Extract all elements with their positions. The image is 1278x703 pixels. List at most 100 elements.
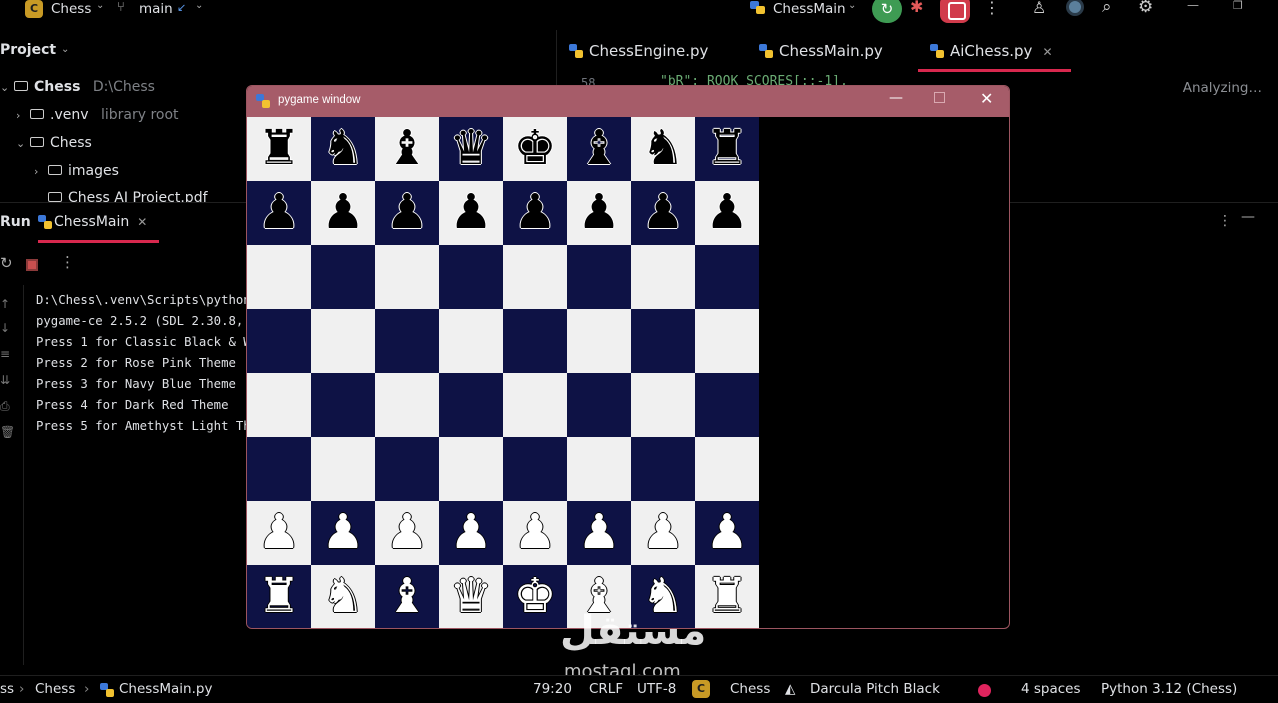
chevron-down-icon[interactable]: ⌄ [16, 137, 30, 150]
board-square[interactable] [311, 373, 375, 437]
board-square[interactable] [695, 437, 759, 501]
board-square[interactable]: ♝ [375, 117, 439, 181]
board-square[interactable] [439, 245, 503, 309]
line-separator[interactable]: CRLF [589, 681, 623, 697]
board-square[interactable] [247, 373, 311, 437]
board-square[interactable] [247, 309, 311, 373]
arrow-down-icon[interactable]: ↓ [0, 321, 10, 335]
print-icon[interactable]: ⎙ [0, 399, 10, 414]
black-king-piece[interactable]: ♚ [503, 117, 567, 181]
board-square[interactable]: ♜ [247, 565, 311, 628]
board-square[interactable]: ♟ [567, 501, 631, 565]
board-square[interactable]: ♟ [375, 181, 439, 245]
board-square[interactable] [567, 373, 631, 437]
board-square[interactable]: ♞ [631, 117, 695, 181]
minimize-icon[interactable]: — [1241, 209, 1255, 225]
add-user-icon[interactable]: ♙ [1032, 0, 1046, 17]
board-square[interactable] [631, 437, 695, 501]
board-square[interactable] [695, 309, 759, 373]
white-pawn-piece[interactable]: ♟ [695, 501, 759, 565]
board-square[interactable]: ♜ [247, 117, 311, 181]
chevron-right-icon[interactable]: › [34, 165, 48, 178]
white-pawn-piece[interactable]: ♟ [375, 501, 439, 565]
black-pawn-piece[interactable]: ♟ [311, 181, 375, 245]
board-square[interactable]: ♟ [439, 501, 503, 565]
breadcrumb-project[interactable]: Chess [35, 681, 75, 697]
tab-aichess[interactable]: AiChess.py ✕ [918, 30, 1071, 72]
chevron-down-icon[interactable]: ⌄ [0, 81, 14, 94]
black-knight-piece[interactable]: ♞ [311, 117, 375, 181]
gear-icon[interactable]: ⚙ [1138, 0, 1153, 17]
board-square[interactable] [503, 245, 567, 309]
board-square[interactable] [311, 437, 375, 501]
status-theme[interactable]: Darcula Pitch Black [810, 681, 940, 697]
board-square[interactable]: ♟ [311, 181, 375, 245]
board-square[interactable]: ♟ [247, 501, 311, 565]
board-square[interactable] [247, 437, 311, 501]
board-square[interactable] [375, 373, 439, 437]
soft-wrap-icon[interactable]: ≡ [0, 347, 10, 361]
white-bishop-piece[interactable]: ♝ [375, 565, 439, 628]
python-interpreter[interactable]: Python 3.12 (Chess) [1101, 681, 1237, 697]
board-square[interactable]: ♚ [503, 117, 567, 181]
tree-item-chess-folder[interactable]: ⌄ Chess [16, 135, 92, 151]
project-switcher[interactable]: Chess [51, 1, 91, 17]
board-square[interactable] [375, 437, 439, 501]
board-square[interactable] [439, 373, 503, 437]
white-pawn-piece[interactable]: ♟ [439, 501, 503, 565]
board-square[interactable] [503, 309, 567, 373]
white-pawn-piece[interactable]: ♟ [631, 501, 695, 565]
white-pawn-piece[interactable]: ♟ [311, 501, 375, 565]
board-square[interactable] [439, 309, 503, 373]
board-square[interactable]: ♜ [695, 117, 759, 181]
more-icon[interactable]: ⋮ [1218, 213, 1232, 229]
search-icon[interactable]: ⌕ [1102, 0, 1112, 17]
tree-item-chess-root[interactable]: ⌄ Chess D:\Chess [0, 79, 155, 95]
board-square[interactable] [503, 437, 567, 501]
board-square[interactable]: ♞ [311, 565, 375, 628]
black-rook-piece[interactable]: ♜ [247, 117, 311, 181]
run-config-selector[interactable]: ChessMain [773, 1, 846, 17]
scroll-to-end-icon[interactable]: ⇊ [0, 373, 10, 387]
board-square[interactable] [631, 309, 695, 373]
tree-item-images[interactable]: › images [34, 163, 119, 179]
white-pawn-piece[interactable]: ♟ [567, 501, 631, 565]
project-pane-title[interactable]: Project [0, 42, 56, 58]
board-square[interactable]: ♟ [631, 501, 695, 565]
board-square[interactable] [567, 245, 631, 309]
black-pawn-piece[interactable]: ♟ [503, 181, 567, 245]
black-rook-piece[interactable]: ♜ [695, 117, 759, 181]
board-square[interactable] [247, 245, 311, 309]
board-square[interactable] [503, 373, 567, 437]
white-king-piece[interactable]: ♚ [503, 565, 567, 628]
status-project[interactable]: Chess [730, 681, 770, 697]
board-square[interactable]: ♟ [311, 501, 375, 565]
board-square[interactable] [311, 309, 375, 373]
restore-icon[interactable]: ❐ [1233, 0, 1243, 12]
breadcrumb-root[interactable]: ss [0, 681, 14, 697]
maximize-icon[interactable] [934, 92, 945, 103]
more-icon[interactable]: ⋮ [984, 0, 1000, 17]
pygame-titlebar[interactable]: pygame window — ✕ [247, 86, 1009, 117]
breadcrumb-file[interactable]: ChessMain.py [119, 681, 212, 697]
board-square[interactable]: ♟ [631, 181, 695, 245]
board-square[interactable]: ♚ [503, 565, 567, 628]
minimize-icon[interactable]: — [889, 90, 903, 106]
indent-setting[interactable]: 4 spaces [1021, 681, 1081, 697]
black-bishop-piece[interactable]: ♝ [375, 117, 439, 181]
close-icon[interactable]: ✕ [1042, 45, 1052, 59]
board-square[interactable] [631, 245, 695, 309]
tree-item-pdf[interactable]: Chess AI Project.pdf [48, 190, 208, 202]
board-square[interactable] [375, 309, 439, 373]
board-square[interactable]: ♟ [567, 181, 631, 245]
white-queen-piece[interactable]: ♛ [439, 565, 503, 628]
board-square[interactable]: ♟ [439, 181, 503, 245]
close-icon[interactable]: ✕ [137, 215, 147, 229]
branch-switcher[interactable]: main [139, 1, 173, 17]
black-pawn-piece[interactable]: ♟ [439, 181, 503, 245]
tree-item-venv[interactable]: › .venv library root [16, 107, 179, 123]
minimize-icon[interactable]: — [1187, 0, 1199, 12]
rerun-icon[interactable]: ↻ [0, 254, 13, 272]
ai-assistant-icon[interactable] [1066, 0, 1084, 16]
board-square[interactable]: ♟ [503, 181, 567, 245]
